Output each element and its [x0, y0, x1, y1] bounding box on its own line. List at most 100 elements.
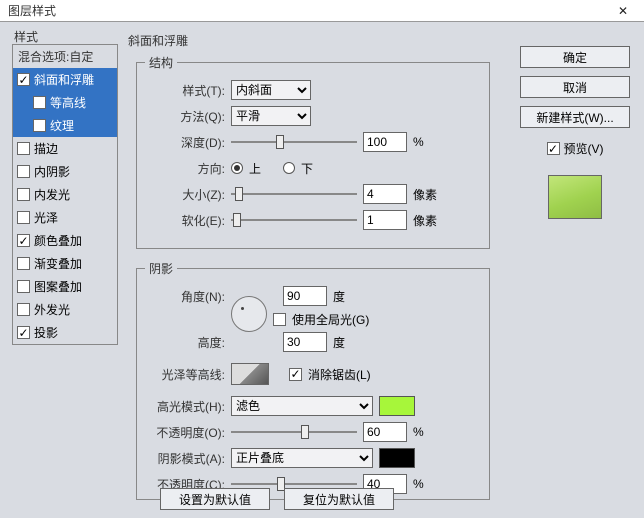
- style-item-label: 内发光: [34, 186, 70, 203]
- shadow-legend: 阴影: [145, 260, 177, 277]
- new-style-button[interactable]: 新建样式(W)...: [520, 106, 630, 128]
- style-item-label: 外发光: [34, 301, 70, 318]
- altitude-label: 高度:: [145, 334, 225, 351]
- direction-down-radio[interactable]: [283, 162, 295, 174]
- style-item[interactable]: 渐变叠加: [13, 252, 117, 275]
- right-buttons: 确定 取消 新建样式(W)... 预览(V): [520, 46, 630, 219]
- close-button[interactable]: ✕: [602, 0, 644, 22]
- style-select[interactable]: 内斜面: [231, 80, 311, 100]
- style-item-label: 颜色叠加: [34, 232, 82, 249]
- structure-group: 结构 样式(T): 内斜面 方法(Q): 平滑 深度(D): % 方向: 上 下…: [136, 54, 490, 249]
- angle-input[interactable]: [283, 286, 327, 306]
- style-item-label: 渐变叠加: [34, 255, 82, 272]
- styles-label: 样式: [14, 28, 38, 45]
- depth-unit: %: [413, 135, 424, 149]
- style-item[interactable]: 颜色叠加: [13, 229, 117, 252]
- style-item-label: 图案叠加: [34, 278, 82, 295]
- direction-up-radio[interactable]: [231, 162, 243, 174]
- altitude-input[interactable]: [283, 332, 327, 352]
- shadow-group: 阴影 角度(N): 度 使用全局光(G) 高度: 度 光泽等高线: 消除锯齿(L…: [136, 260, 490, 500]
- technique-label: 方法(Q):: [145, 108, 225, 125]
- soften-input[interactable]: [363, 210, 407, 230]
- global-light-label: 使用全局光(G): [292, 311, 369, 328]
- style-item[interactable]: 描边: [13, 137, 117, 160]
- shadow-mode-select[interactable]: 正片叠底: [231, 448, 373, 468]
- preview-label: 预览(V): [564, 140, 604, 157]
- size-label: 大小(Z):: [145, 186, 225, 203]
- style-checkbox[interactable]: [17, 73, 30, 86]
- style-checkbox[interactable]: [17, 188, 30, 201]
- style-checkbox[interactable]: [17, 303, 30, 316]
- style-checkbox[interactable]: [17, 234, 30, 247]
- style-item-label: 纹理: [50, 117, 74, 134]
- style-label: 样式(T):: [145, 82, 225, 99]
- antialias-label: 消除锯齿(L): [308, 366, 371, 383]
- highlight-opacity-label: 不透明度(O):: [145, 424, 225, 441]
- shadow-mode-label: 阴影模式(A):: [145, 450, 225, 467]
- style-checkbox[interactable]: [17, 280, 30, 293]
- bottom-buttons: 设置为默认值 复位为默认值: [160, 488, 394, 510]
- soften-unit: 像素: [413, 212, 437, 229]
- style-checkbox[interactable]: [17, 142, 30, 155]
- preview-checkbox[interactable]: [547, 142, 560, 155]
- down-label: 下: [301, 160, 313, 177]
- technique-select[interactable]: 平滑: [231, 106, 311, 126]
- highlight-mode-label: 高光模式(H):: [145, 398, 225, 415]
- style-item[interactable]: 纹理: [13, 114, 117, 137]
- soften-label: 软化(E):: [145, 212, 225, 229]
- gloss-contour-picker[interactable]: [231, 363, 269, 385]
- style-item[interactable]: 内阴影: [13, 160, 117, 183]
- size-slider[interactable]: [231, 185, 357, 203]
- style-checkbox[interactable]: [17, 165, 30, 178]
- style-item[interactable]: 投影: [13, 321, 117, 344]
- styles-panel: 混合选项:自定 斜面和浮雕等高线纹理描边内阴影内发光光泽颜色叠加渐变叠加图案叠加…: [12, 44, 118, 345]
- antialias-checkbox[interactable]: [289, 368, 302, 381]
- global-light-checkbox[interactable]: [273, 313, 286, 326]
- pct1: %: [413, 425, 424, 439]
- window-title: 图层样式: [8, 2, 602, 19]
- altitude-unit: 度: [333, 334, 345, 351]
- reset-default-button[interactable]: 复位为默认值: [284, 488, 394, 510]
- depth-input[interactable]: [363, 132, 407, 152]
- highlight-opacity-input[interactable]: [363, 422, 407, 442]
- style-checkbox[interactable]: [17, 326, 30, 339]
- highlight-mode-select[interactable]: 滤色: [231, 396, 373, 416]
- style-item[interactable]: 外发光: [13, 298, 117, 321]
- style-item-label: 投影: [34, 324, 58, 341]
- angle-label: 角度(N):: [145, 288, 225, 305]
- up-label: 上: [249, 160, 261, 177]
- style-checkbox[interactable]: [17, 257, 30, 270]
- bevel-title: 斜面和浮雕: [128, 32, 498, 49]
- style-item[interactable]: 内发光: [13, 183, 117, 206]
- blend-options[interactable]: 混合选项:自定: [13, 45, 117, 68]
- pct2: %: [413, 477, 424, 491]
- style-checkbox[interactable]: [33, 96, 46, 109]
- size-unit: 像素: [413, 186, 437, 203]
- depth-slider[interactable]: [231, 133, 357, 151]
- main: 样式 混合选项:自定 斜面和浮雕等高线纹理描边内阴影内发光光泽颜色叠加渐变叠加图…: [0, 22, 644, 518]
- gloss-label: 光泽等高线:: [145, 366, 225, 383]
- style-item[interactable]: 图案叠加: [13, 275, 117, 298]
- style-checkbox[interactable]: [33, 119, 46, 132]
- style-checkbox[interactable]: [17, 211, 30, 224]
- angle-unit: 度: [333, 288, 345, 305]
- style-item[interactable]: 斜面和浮雕: [13, 68, 117, 91]
- preview-swatch: [548, 175, 602, 219]
- depth-label: 深度(D):: [145, 134, 225, 151]
- soften-slider[interactable]: [231, 211, 357, 229]
- direction-label: 方向:: [145, 160, 225, 177]
- ok-button[interactable]: 确定: [520, 46, 630, 68]
- style-item-label: 等高线: [50, 94, 86, 111]
- structure-legend: 结构: [145, 54, 177, 71]
- style-item-label: 描边: [34, 140, 58, 157]
- shadow-color-swatch[interactable]: [379, 448, 415, 468]
- highlight-color-swatch[interactable]: [379, 396, 415, 416]
- cancel-button[interactable]: 取消: [520, 76, 630, 98]
- style-item-label: 斜面和浮雕: [34, 71, 94, 88]
- angle-wheel[interactable]: [231, 296, 267, 332]
- style-item[interactable]: 等高线: [13, 91, 117, 114]
- style-item[interactable]: 光泽: [13, 206, 117, 229]
- highlight-opacity-slider[interactable]: [231, 423, 357, 441]
- size-input[interactable]: [363, 184, 407, 204]
- make-default-button[interactable]: 设置为默认值: [160, 488, 270, 510]
